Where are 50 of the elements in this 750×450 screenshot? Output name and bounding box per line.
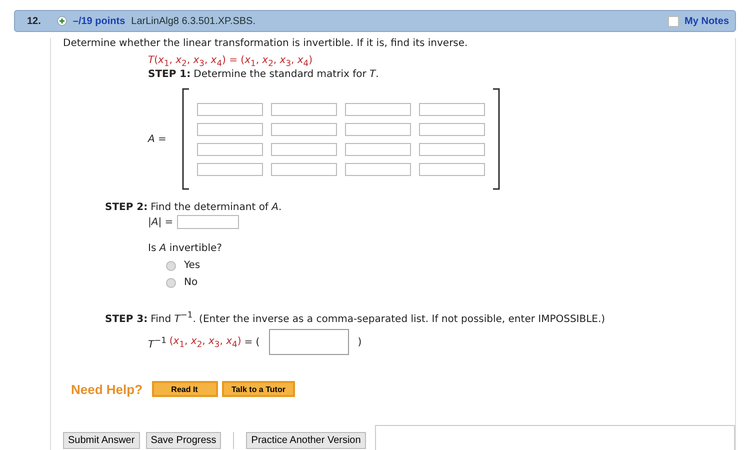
step-instruction: Determine the standard matrix for T. (194, 69, 379, 80)
need-help-label: Need Help? (71, 382, 143, 397)
question-number: 12. (27, 16, 41, 26)
inverse-answer-field[interactable] (268, 329, 349, 356)
right-bracket-icon (492, 88, 500, 190)
matrix-entry-field[interactable] (345, 162, 411, 176)
my-notes-link[interactable]: My Notes (684, 16, 729, 26)
matrix-entry-field[interactable] (345, 102, 411, 116)
matrix-entry-field[interactable] (197, 122, 263, 136)
matrix-entry-field[interactable] (419, 142, 485, 156)
determinant-label: |A| = (148, 216, 174, 228)
matrix-entry-field[interactable] (271, 142, 337, 156)
matrix-entry-field[interactable] (197, 142, 263, 156)
question-prompt: Determine whether the linear transformation is invertible. If it is, find its inverse. (63, 38, 469, 49)
matrix-label: A = (148, 134, 168, 144)
matrix-entry-field[interactable] (197, 162, 263, 176)
action-button[interactable]: Save Progress (146, 432, 222, 450)
notes-checkbox[interactable] (668, 16, 679, 26)
radio-button[interactable] (166, 260, 176, 270)
close-paren: ) (358, 336, 362, 348)
radio-button[interactable] (166, 278, 176, 288)
invertible-question: Is A invertible? (148, 243, 223, 254)
equals-paren: = ( (244, 336, 260, 348)
matrix-entry-field[interactable] (345, 142, 411, 156)
matrix-entry-field[interactable] (419, 122, 485, 136)
radio-label: Yes (184, 260, 200, 271)
matrix-entry-field[interactable] (271, 102, 337, 116)
step-label: STEP 3: (105, 314, 148, 326)
step-label: STEP 1: (148, 69, 191, 80)
radio-label: No (184, 277, 198, 288)
left-bracket-icon (182, 88, 190, 190)
matrix-entry-field[interactable] (271, 162, 337, 176)
action-button[interactable]: Practice Another Version (246, 432, 366, 450)
transformation-formula: T(x$_{1}$, x$_{2}$, x$_{3}$, x$_{4}$) = (x$_{1}$, x$_{2}$, x$_{3}$, x$_{4}$) (148, 55, 314, 68)
determinant-field[interactable] (177, 215, 240, 229)
inverse-function-label: T$^{−1}$ (148, 334, 166, 350)
matrix-entry-field[interactable] (419, 102, 485, 116)
matrix-entry-field[interactable] (271, 122, 337, 136)
matrix-entry-field[interactable] (197, 102, 263, 116)
help-button[interactable]: Talk to a Tutor (222, 381, 296, 398)
step-instruction: Find the determinant of A. (150, 202, 282, 213)
inverse-arguments: (x$_{1}$, x$_{2}$, x$_{3}$, x$_{4}$) (169, 336, 242, 349)
points-label: –/19 points (72, 16, 126, 26)
matrix-entry-field[interactable] (419, 162, 485, 176)
action-button[interactable]: Submit Answer (63, 432, 140, 450)
plus-icon[interactable] (56, 16, 67, 26)
source-label: LarLinAlg8 6.3.501.XP.SBS. (131, 16, 256, 26)
step-label: STEP 2: (105, 202, 148, 213)
help-button[interactable]: Read It (152, 381, 218, 398)
matrix-entry-field[interactable] (345, 122, 411, 136)
